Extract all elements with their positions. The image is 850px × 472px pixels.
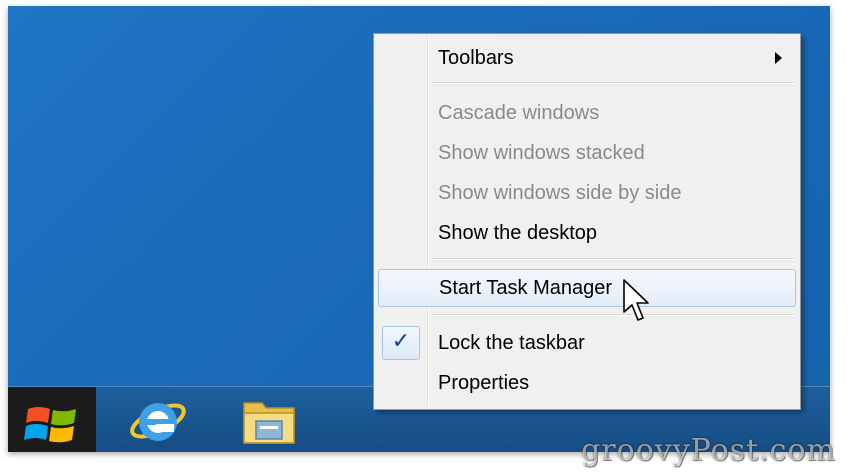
menu-item-lock-the-taskbar[interactable]: ✓ Lock the taskbar <box>378 325 796 361</box>
checkmark-box: ✓ <box>382 326 420 360</box>
menu-item-task-manager-label: Start Task Manager <box>439 276 613 299</box>
checkmark-icon: ✓ <box>391 329 411 354</box>
menu-item-show-windows-side-by-side: Show windows side by side <box>378 175 796 211</box>
menu-item-show-desktop-label: Show the desktop <box>438 221 597 244</box>
file-explorer-icon[interactable] <box>236 393 300 449</box>
menu-item-toolbars[interactable]: Toolbars <box>378 40 796 76</box>
taskbar-context-menu: Toolbars Cascade windows Show windows st… <box>373 33 801 410</box>
submenu-arrow-icon <box>775 52 782 64</box>
menu-separator <box>432 82 794 84</box>
menu-separator <box>432 258 794 260</box>
mouse-cursor-icon <box>623 279 649 321</box>
menu-item-stacked-label: Show windows stacked <box>438 141 645 164</box>
menu-item-properties[interactable]: Properties <box>378 365 796 401</box>
menu-item-cascade-label: Cascade windows <box>438 101 600 124</box>
windows-logo-icon <box>24 407 76 443</box>
menu-item-toolbars-label: Toolbars <box>438 46 514 69</box>
menu-separator <box>432 314 794 316</box>
start-button[interactable] <box>8 387 96 452</box>
menu-item-side-by-side-label: Show windows side by side <box>438 181 682 204</box>
menu-item-cascade-windows: Cascade windows <box>378 95 796 131</box>
internet-explorer-icon[interactable] <box>126 393 190 449</box>
menu-item-show-the-desktop[interactable]: Show the desktop <box>378 215 796 251</box>
menu-item-lock-taskbar-label: Lock the taskbar <box>438 331 585 354</box>
menu-item-properties-label: Properties <box>438 371 530 394</box>
menu-item-show-windows-stacked: Show windows stacked <box>378 135 796 171</box>
menu-item-start-task-manager[interactable]: Start Task Manager <box>378 269 796 307</box>
groovypost-watermark: groovyPost.com <box>581 433 836 468</box>
